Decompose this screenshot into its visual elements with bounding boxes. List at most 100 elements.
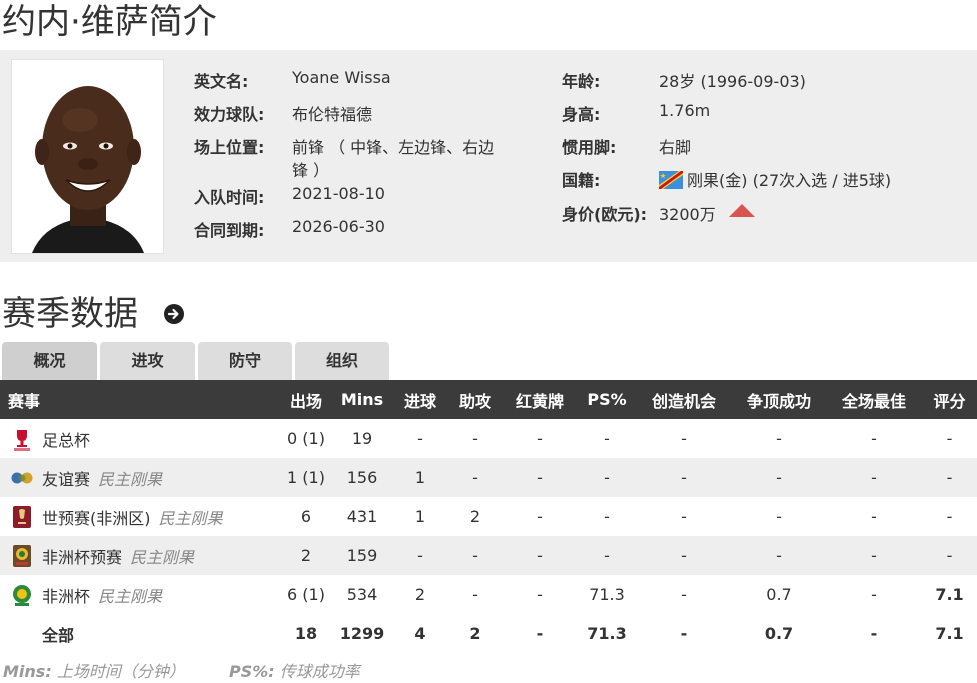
competition-name[interactable]: 友谊赛 xyxy=(42,470,90,489)
competition-name[interactable]: 非洲杯 xyxy=(42,587,90,606)
apps-cell: 0 (1) xyxy=(287,429,325,448)
competition-cell: 非洲杯预赛 民主刚果 xyxy=(0,536,280,575)
page-title: 约内·维萨简介 xyxy=(2,2,217,42)
header-competition: 赛事 xyxy=(0,380,280,419)
cards-cell: - xyxy=(536,624,544,643)
competition-team[interactable]: 民主刚果 xyxy=(130,548,194,567)
aerials-cell: 0.7 xyxy=(766,585,792,604)
rating-cell: - xyxy=(946,429,953,448)
profile-card: 英文名: Yoane Wissa 效力球队: 布伦特福德 场上位置: 前锋 （ … xyxy=(0,50,977,262)
arrow-right-circle-icon[interactable] xyxy=(163,303,185,325)
cards-cell: - xyxy=(502,458,578,497)
age-label: 年龄: xyxy=(562,72,601,91)
fa-cup-icon xyxy=(14,429,30,451)
market-value-value: 3200万 xyxy=(659,205,716,224)
footnote-ps-key: PS%: xyxy=(229,662,275,681)
rating-cell: - xyxy=(922,536,977,575)
section-title: 赛季数据 xyxy=(2,294,138,334)
club-label: 效力球队: xyxy=(194,105,265,124)
goals-cell: 1 xyxy=(392,458,448,497)
apps-cell: 1 (1) xyxy=(280,458,332,497)
competition-team[interactable]: 民主刚果 xyxy=(98,470,162,489)
header-goals: 进球 xyxy=(392,380,448,419)
chances-cell: - xyxy=(680,624,688,643)
tab-overview[interactable]: 概况 xyxy=(2,342,97,380)
foot-value: 右脚 xyxy=(659,138,692,157)
competition-name[interactable]: 非洲杯预赛 xyxy=(42,548,122,567)
table-row[interactable]: 非洲杯 民主刚果 6 (1) 534 2 - - 71.3 - 0.7 - 7.1 xyxy=(0,575,977,614)
motm-cell: - xyxy=(871,429,877,448)
tab-organization[interactable]: 组织 xyxy=(295,342,389,380)
goals-cell: 1 xyxy=(414,507,426,526)
chances-cell: - xyxy=(636,458,732,497)
table-row[interactable]: 足总杯 0 (1) 19 - - - - - - - - xyxy=(0,419,977,458)
pass-pct-cell: - xyxy=(604,507,610,526)
mins-cell: 1299 xyxy=(339,624,385,643)
aerials-cell: - xyxy=(732,458,826,497)
competition-cell: 世预赛(非洲区) 民主刚果 xyxy=(0,497,280,536)
assists-cell: 2 xyxy=(469,507,481,526)
header-cards: 红黄牌 xyxy=(502,380,578,419)
afcon-icon xyxy=(13,584,31,606)
chances-cell: - xyxy=(681,507,687,526)
competition-team[interactable]: 民主刚果 xyxy=(159,509,223,528)
pass-pct-cell: - xyxy=(578,536,636,575)
nationality-label: 国籍: xyxy=(562,171,601,190)
cards-cell: - xyxy=(537,507,543,526)
apps-cell: 18 xyxy=(294,624,318,643)
competition-cell: 足总杯 xyxy=(0,419,280,458)
apps-cell: 6 xyxy=(300,507,312,526)
table-row[interactable]: 非洲杯预赛 民主刚果 2 159 - - - - - - - - xyxy=(0,536,977,575)
chances-cell: - xyxy=(636,536,732,575)
total-label: 全部 xyxy=(42,625,75,645)
total-label-cell: 全部 xyxy=(0,614,280,653)
competition-team[interactable]: 民主刚果 xyxy=(98,587,162,606)
contract-label: 合同到期: xyxy=(194,221,265,240)
market-value-label: 身价(欧元): xyxy=(562,205,648,224)
competition-cell: 非洲杯 民主刚果 xyxy=(0,575,280,614)
motm-cell: - xyxy=(871,585,877,604)
age-value: 28岁 (1996-09-03) xyxy=(659,72,806,91)
rating-cell: - xyxy=(946,507,953,526)
club-value[interactable]: 布伦特福德 xyxy=(292,101,372,125)
rating-cell: 7.1 xyxy=(935,624,964,643)
foot-label: 惯用脚: xyxy=(562,138,617,157)
motm-cell: - xyxy=(826,458,922,497)
assists-cell: - xyxy=(448,536,502,575)
motm-cell: - xyxy=(871,507,877,526)
friendly-icon xyxy=(11,472,33,483)
cards-cell: - xyxy=(537,585,543,604)
dr-congo-flag-icon xyxy=(659,171,683,189)
position-value: 前锋 （ 中锋、左边锋、右边 xyxy=(292,138,495,157)
english-name-label: 英文名: xyxy=(194,72,249,91)
tab-defense[interactable]: 防守 xyxy=(198,342,292,380)
table-row[interactable]: 世预赛(非洲区) 民主刚果 6 431 1 2 - - - - - - xyxy=(0,497,977,536)
nationality-text: 刚果(金) (27次入选 / 进5球) xyxy=(687,171,892,190)
english-name-value: Yoane Wissa xyxy=(292,68,391,87)
chances-cell: - xyxy=(681,429,687,448)
assists-cell: - xyxy=(472,585,478,604)
competition-name[interactable]: 世预赛(非洲区) xyxy=(42,509,151,528)
mins-cell: 431 xyxy=(346,507,378,526)
goals-cell: - xyxy=(417,429,423,448)
header-mins: Mins xyxy=(332,380,392,419)
aerials-cell: - xyxy=(776,507,782,526)
apps-cell: 2 xyxy=(280,536,332,575)
aerials-cell: 0.7 xyxy=(764,624,794,643)
pass-pct-cell: - xyxy=(604,429,610,448)
footnote-mins-text: 上场时间（分钟） xyxy=(56,662,185,681)
trend-up-icon xyxy=(729,204,755,217)
assists-cell: 2 xyxy=(469,624,481,643)
pass-pct-cell: 71.3 xyxy=(589,585,625,604)
wc-qualifier-icon xyxy=(13,505,31,528)
table-row[interactable]: 友谊赛 民主刚果 1 (1) 156 1 - - - - - - - xyxy=(0,458,977,497)
table-header-row: 赛事 出场 Mins 进球 助攻 红黄牌 PS% 创造机会 争顶成功 全场最佳 … xyxy=(0,380,977,419)
tab-attack[interactable]: 进攻 xyxy=(100,342,195,380)
cards-cell: - xyxy=(537,429,543,448)
motm-cell: - xyxy=(870,624,878,643)
apps-cell: 6 (1) xyxy=(287,585,325,604)
aerials-cell: - xyxy=(776,429,782,448)
nationality-value: 刚果(金) (27次入选 / 进5球) xyxy=(659,167,891,191)
mins-cell: 156 xyxy=(332,458,392,497)
competition-name[interactable]: 足总杯 xyxy=(42,431,90,450)
